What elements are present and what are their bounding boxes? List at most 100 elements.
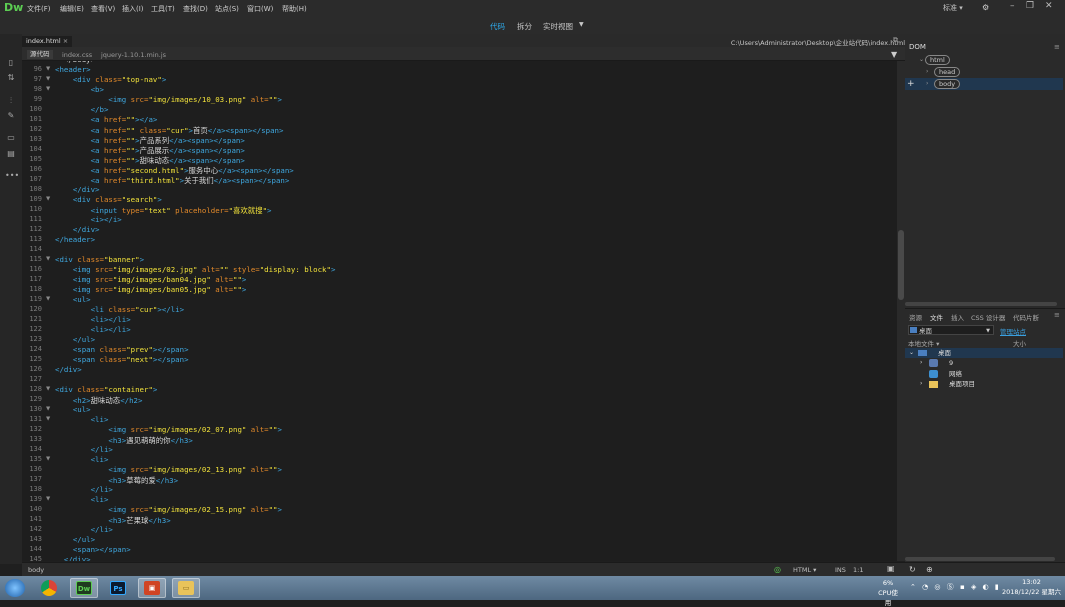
menu-item-1[interactable]: 编辑(E) (60, 4, 84, 14)
code-line[interactable]: <img src="img/images/ban04.jpg" alt=""> (55, 275, 247, 284)
fold-arrow-icon[interactable]: ▼ (46, 456, 50, 462)
menu-item-7[interactable]: 窗口(W) (247, 4, 273, 14)
document-tab[interactable]: index.html × (22, 36, 73, 47)
code-line[interactable]: </body> (55, 61, 95, 64)
related-file-jquery[interactable]: jquery-1.10.1.min.js (101, 51, 166, 59)
preview-icon[interactable]: ▣ (887, 564, 895, 573)
collapse-arrow-icon[interactable]: › (926, 68, 928, 75)
close-tab-icon[interactable]: × (63, 37, 68, 45)
code-line[interactable]: <li class="cur"></li> (55, 305, 184, 314)
format-icon[interactable]: ▤ (5, 149, 17, 159)
tray-icons[interactable]: ⌃ ◔ ◎ Ⓢ ▪ ◈ ◐ ▮ (910, 582, 1001, 592)
manage-sites-link[interactable]: 管理站点 (1000, 326, 1026, 336)
fold-arrow-icon[interactable]: ▼ (46, 66, 50, 72)
code-line[interactable]: <div class="container"> (55, 385, 157, 394)
tree-icon[interactable]: ⫶ (5, 96, 17, 106)
code-line[interactable]: <li> (55, 495, 109, 504)
dom-node-body[interactable]: body (934, 79, 961, 89)
expand-icon[interactable]: ⌄ (909, 348, 914, 358)
collapse-arrow-icon[interactable]: › (926, 80, 928, 87)
code-line[interactable]: </ul> (55, 535, 95, 544)
dom-node-head[interactable]: head (934, 67, 961, 77)
workspace-switcher[interactable]: 标准 ▾ (943, 3, 963, 13)
tag-selector[interactable]: body (28, 566, 44, 574)
code-line[interactable]: <header> (55, 65, 91, 74)
code-line[interactable]: <img src="img/images/ban05.jpg" alt=""> (55, 285, 247, 294)
code-line[interactable]: <span class="prev"></span> (55, 345, 189, 354)
tab-insert[interactable]: 插入 (951, 312, 964, 322)
code-line[interactable]: <div class="search"> (55, 195, 162, 204)
code-line[interactable]: </div> (55, 225, 100, 234)
split-view-button[interactable]: 拆分 (517, 21, 532, 32)
more-icon[interactable]: ••• (5, 171, 19, 181)
dom-scrollbar[interactable] (905, 302, 1057, 306)
pin-icon[interactable]: ⧉ (893, 36, 898, 45)
fold-arrow-icon[interactable]: ▼ (46, 386, 50, 392)
close-icon[interactable]: ✕ (1045, 1, 1053, 11)
tab-snippets[interactable]: 代码片断 (1013, 312, 1039, 322)
code-line[interactable]: <li> (55, 455, 109, 464)
tab-assets[interactable]: 资源 (909, 312, 922, 322)
tree-item-project[interactable]: › 桌面项目 (905, 379, 1063, 389)
restore-icon[interactable]: ❐ (1026, 1, 1034, 11)
comment-icon[interactable]: ▭ (5, 133, 17, 143)
code-line[interactable]: <img src="img/images/02_15.png" alt=""> (55, 505, 282, 514)
minimize-icon[interactable]: – (1010, 1, 1015, 11)
code-line[interactable]: <i></i> (55, 215, 122, 224)
fold-arrow-icon[interactable]: ▼ (46, 416, 50, 422)
code-view-button[interactable]: 代码 (490, 21, 505, 32)
code-line[interactable]: </header> (55, 235, 95, 244)
code-scrollbar-thumb[interactable] (898, 230, 904, 300)
code-line[interactable]: </div> (55, 185, 100, 194)
insert-mode[interactable]: INS (835, 566, 846, 574)
code-editor[interactable]: 95 </body>96▼<header>97▼ <div class="top… (22, 61, 897, 561)
code-line[interactable]: <img src="img/images/02.jpg" alt="" styl… (55, 265, 336, 274)
fold-arrow-icon[interactable]: ▼ (46, 256, 50, 262)
clock[interactable]: 13:02 2018/12/22 星期六 (1002, 578, 1061, 596)
code-line[interactable]: <span class="next"></span> (55, 355, 189, 364)
code-line[interactable]: <div class="top-nav"> (55, 75, 166, 84)
fold-arrow-icon[interactable]: ▼ (46, 406, 50, 412)
fold-arrow-icon[interactable]: ▼ (46, 496, 50, 502)
gear-icon[interactable]: ⚙ (982, 3, 989, 12)
add-icon[interactable]: + (907, 79, 915, 89)
code-line[interactable]: <div class="banner"> (55, 255, 144, 264)
fold-arrow-icon[interactable]: ▼ (46, 196, 50, 202)
fold-arrow-icon[interactable]: ▼ (46, 296, 50, 302)
panel-menu-icon[interactable]: ≡ (1054, 43, 1060, 51)
site-select[interactable]: 桌面 ▼ (908, 325, 994, 335)
files-scrollbar[interactable] (905, 557, 1055, 561)
tab-files[interactable]: 文件 (930, 312, 943, 322)
menu-item-8[interactable]: 帮助(H) (282, 4, 307, 14)
size-header[interactable]: 大小 (1013, 338, 1026, 348)
collapse-arrow-icon[interactable]: › (920, 379, 922, 389)
language-select[interactable]: HTML ▾ (793, 566, 816, 574)
code-line[interactable]: <b> (55, 85, 104, 94)
refresh-icon[interactable]: ↻ (909, 565, 916, 574)
code-line[interactable]: <li></li> (55, 325, 131, 334)
tree-item-network[interactable]: 网络 (905, 369, 1063, 379)
code-line[interactable]: <a href=""></a> (55, 115, 158, 124)
file-icon[interactable]: ▯ (5, 58, 17, 68)
code-line[interactable]: <li> (55, 415, 109, 424)
live-view-button[interactable]: 实时视图 (543, 21, 573, 32)
menu-item-4[interactable]: 工具(T) (151, 4, 175, 14)
code-line[interactable]: <li></li> (55, 315, 131, 324)
local-files-header[interactable]: 本地文件 ▾ (908, 338, 939, 348)
related-file-source[interactable]: 源代码 (27, 50, 53, 59)
menu-item-3[interactable]: 插入(I) (122, 4, 144, 14)
panel-menu-icon[interactable]: ≡ (1054, 311, 1060, 319)
chevron-down-icon[interactable]: ▼ (579, 21, 584, 28)
code-line[interactable]: <img src="img/images/02_13.png" alt=""> (55, 465, 282, 474)
tree-item-desktop[interactable]: ⌄ 桌面 (905, 348, 1063, 358)
code-line[interactable]: <img src="img/images/02_07.png" alt=""> (55, 425, 282, 434)
code-scrollbar[interactable] (897, 61, 905, 561)
tab-css-designer[interactable]: CSS 设计器 (971, 312, 1005, 322)
brush-icon[interactable]: ✎ (5, 111, 17, 121)
code-line[interactable]: </li> (55, 445, 113, 454)
code-line[interactable]: <span></span> (55, 545, 131, 554)
expand-icon[interactable]: ⌄ (919, 56, 924, 63)
windows-start-icon[interactable] (5, 579, 25, 597)
cpu-usage[interactable]: 6% CPU使用 (875, 579, 901, 607)
code-line[interactable]: <img src="img/images/10_03.png" alt=""> (55, 95, 282, 104)
